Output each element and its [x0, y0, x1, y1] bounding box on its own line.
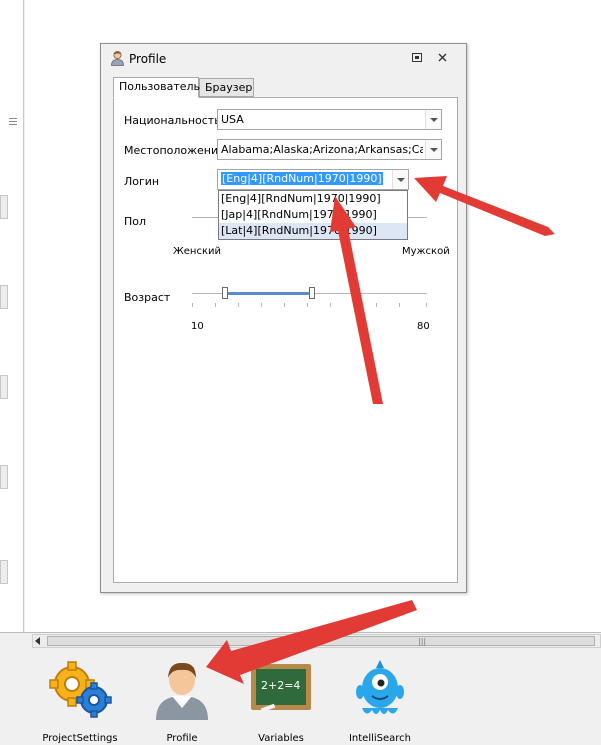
scroll-left-icon[interactable]: [35, 637, 40, 645]
toolbar-label: ProjectSettings: [42, 733, 118, 744]
restore-icon: [412, 53, 422, 62]
age-max-label: 80: [417, 321, 430, 332]
dialog-title: Profile: [129, 52, 167, 66]
gears-icon: [49, 661, 112, 718]
chalkboard-icon: 2+2=4: [251, 664, 311, 713]
age-min-thumb[interactable]: [222, 287, 228, 299]
toolbar-item-profile[interactable]: Profile: [142, 656, 222, 744]
restore-button[interactable]: [409, 50, 425, 66]
nationality-label: Национальность: [124, 114, 221, 127]
user-profile-icon: [111, 51, 124, 66]
toolbar-label: Profile: [166, 733, 198, 744]
toolbar-item-intellisearch[interactable]: IntelliSearch: [340, 656, 420, 744]
toolbar-label: IntelliSearch: [348, 733, 412, 744]
splitter-handle[interactable]: [0, 560, 8, 584]
nationality-select[interactable]: USA: [217, 109, 442, 130]
dialog-titlebar[interactable]: Profile: [101, 44, 466, 72]
toolbar-item-variables[interactable]: 2+2=4 Variables: [241, 656, 321, 744]
tab-browser[interactable]: Браузер: [199, 78, 254, 97]
toolbar-label: Variables: [258, 733, 304, 744]
splitter-handle[interactable]: [0, 285, 8, 309]
svg-text:2+2=4: 2+2=4: [261, 679, 300, 692]
tab-user[interactable]: Пользователь: [113, 77, 200, 98]
user-profile-icon: [156, 662, 208, 720]
login-dropdown-list: [Eng|4][RndNum|1970|1990] [Jap|4][RndNum…: [218, 190, 408, 240]
list-item[interactable]: [Lat|4][RndNum|1970|1990]: [219, 223, 407, 239]
list-item[interactable]: [Eng|4][RndNum|1970|1990]: [219, 191, 407, 207]
login-select[interactable]: [Eng|4][RndNum|1970|1990]: [217, 169, 409, 190]
splitter-handle[interactable]: [0, 465, 8, 489]
panel-grip-handle[interactable]: [9, 118, 17, 126]
age-min-label: 10: [191, 321, 204, 332]
dropdown-arrow-icon[interactable]: [425, 140, 441, 159]
horizontal-scrollbar[interactable]: |||: [32, 634, 601, 648]
close-button[interactable]: [434, 50, 450, 66]
gender-male-label: Мужской: [402, 246, 450, 257]
grip-icon: |||: [418, 637, 427, 646]
close-icon: [438, 53, 446, 62]
splitter-handle[interactable]: [0, 195, 8, 219]
location-value: Alabama;Alaska;Arizona;Arkansas;Calif...: [221, 143, 423, 156]
left-panel-strip: [0, 0, 24, 632]
location-select[interactable]: Alabama;Alaska;Arizona;Arkansas;Calif...: [217, 139, 442, 160]
blue-monster-icon: [356, 660, 404, 714]
age-range-fill: [226, 292, 311, 295]
location-label: Местоположение: [124, 144, 225, 157]
toolbar-item-projectsettings[interactable]: ProjectSettings: [40, 656, 120, 744]
age-max-thumb[interactable]: [309, 287, 315, 299]
list-item[interactable]: [Jap|4][RndNum|1970|1990]: [219, 207, 407, 223]
scrollbar-thumb[interactable]: |||: [47, 636, 595, 646]
gender-female-label: Женский: [173, 246, 221, 257]
login-label: Логин: [124, 175, 160, 188]
splitter-handle[interactable]: [0, 375, 8, 399]
gender-label: Пол: [124, 215, 147, 228]
age-label: Возраст: [124, 291, 171, 304]
login-value: [Eng|4][RndNum|1970|1990]: [221, 172, 383, 185]
dropdown-arrow-icon[interactable]: [425, 110, 441, 129]
dropdown-arrow-icon[interactable]: [392, 170, 408, 189]
nationality-value: USA: [221, 113, 244, 126]
